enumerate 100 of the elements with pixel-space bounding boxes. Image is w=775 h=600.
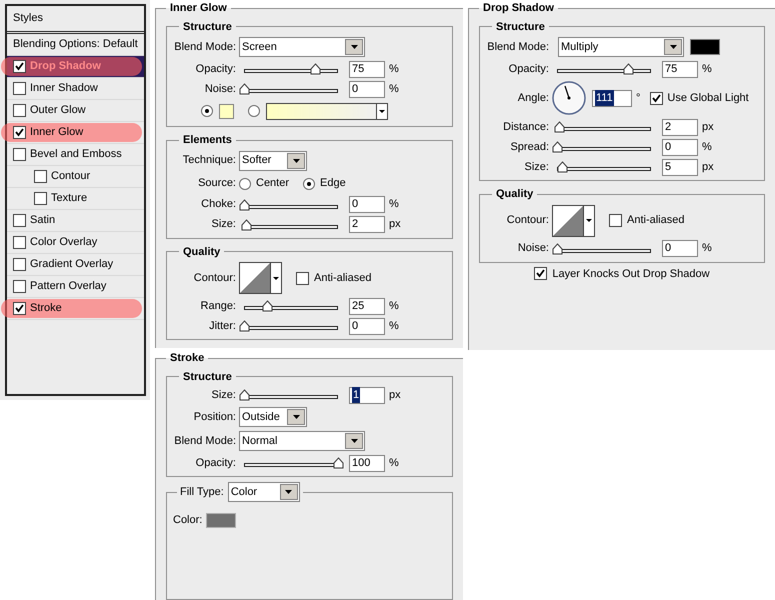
checkbox[interactable] bbox=[13, 280, 26, 293]
style-list-item[interactable]: Gradient Overlay bbox=[7, 254, 144, 276]
style-list-item[interactable]: Contour bbox=[7, 166, 144, 188]
unit-label: % bbox=[389, 456, 399, 471]
dropdown[interactable]: Softer bbox=[239, 150, 307, 170]
checkbox[interactable] bbox=[13, 104, 26, 117]
number-field[interactable]: 25 bbox=[349, 298, 385, 314]
checkbox[interactable] bbox=[34, 170, 47, 183]
item-label: Satin bbox=[30, 213, 56, 228]
style-list-item[interactable]: Inner Glow bbox=[7, 122, 144, 144]
dropdown-button[interactable] bbox=[287, 409, 305, 425]
number-field[interactable]: 0 bbox=[349, 318, 385, 334]
checkbox[interactable] bbox=[34, 192, 47, 205]
number-field[interactable]: 2 bbox=[662, 118, 698, 136]
slider-thumb[interactable] bbox=[239, 320, 250, 332]
checkbox[interactable] bbox=[13, 82, 26, 95]
slider-thumb[interactable] bbox=[239, 389, 250, 401]
slider-thumb[interactable] bbox=[552, 141, 563, 153]
dropdown-button[interactable] bbox=[345, 433, 363, 449]
checkbox[interactable] bbox=[13, 302, 26, 315]
unit-label: % bbox=[389, 62, 399, 77]
caret-icon bbox=[670, 45, 676, 49]
slider-thumb[interactable] bbox=[239, 83, 250, 95]
slider-thumb[interactable] bbox=[262, 300, 273, 312]
dropdown[interactable]: Color bbox=[228, 482, 300, 502]
field-label: Contour: bbox=[192, 270, 237, 286]
checkbox[interactable] bbox=[13, 258, 26, 271]
slider-thumb[interactable] bbox=[333, 457, 344, 469]
slider-thumb[interactable] bbox=[622, 63, 634, 75]
field-label: Technique: bbox=[182, 153, 237, 168]
unit-label: px bbox=[389, 388, 401, 403]
dropdown-button[interactable] bbox=[664, 39, 682, 55]
checkbox[interactable] bbox=[650, 92, 664, 104]
angle-dial[interactable] bbox=[552, 81, 586, 115]
unit-label: % bbox=[702, 140, 712, 155]
field-label: Jitter: bbox=[208, 318, 237, 334]
checkbox[interactable] bbox=[13, 148, 26, 161]
number-field[interactable]: 5 bbox=[662, 158, 698, 176]
slider-thumb[interactable] bbox=[240, 218, 252, 230]
radio-button[interactable] bbox=[201, 105, 213, 117]
panel-title: Inner Glow bbox=[169, 1, 228, 16]
number-field[interactable]: 100 bbox=[349, 454, 385, 472]
slider-thumb[interactable] bbox=[556, 161, 568, 173]
item-label: Blending Options: Default bbox=[13, 37, 138, 52]
number-field[interactable]: 0 bbox=[662, 240, 698, 257]
checkbox[interactable] bbox=[13, 60, 26, 73]
caret-icon bbox=[273, 276, 279, 280]
style-list-item[interactable]: Texture bbox=[7, 188, 144, 210]
style-list-item[interactable]: Satin bbox=[7, 210, 144, 232]
slider-thumb[interactable] bbox=[310, 63, 320, 75]
number-field[interactable]: 0 bbox=[662, 138, 698, 156]
checkbox[interactable] bbox=[534, 267, 548, 280]
number-field[interactable]: 2 bbox=[349, 216, 385, 233]
radio-button[interactable] bbox=[303, 178, 316, 190]
number-field[interactable]: 1 bbox=[349, 386, 385, 404]
color-swatch[interactable] bbox=[690, 39, 720, 55]
radio-label: Center bbox=[256, 176, 290, 192]
gradient-picker[interactable] bbox=[266, 102, 388, 120]
dropdown[interactable]: Normal bbox=[239, 431, 365, 451]
dropdown-button[interactable] bbox=[280, 484, 298, 500]
checkbox[interactable] bbox=[13, 214, 26, 227]
checkbox[interactable] bbox=[13, 236, 26, 249]
contour-picker[interactable] bbox=[239, 262, 282, 294]
number-field[interactable]: 75 bbox=[662, 60, 698, 78]
dropdown[interactable]: Screen bbox=[239, 37, 365, 57]
color-swatch[interactable] bbox=[206, 512, 236, 528]
radio-button[interactable] bbox=[239, 178, 251, 190]
color-swatch[interactable] bbox=[219, 104, 234, 118]
dropdown-button[interactable] bbox=[287, 152, 305, 168]
item-label: Inner Glow bbox=[30, 125, 84, 140]
dropdown[interactable]: Multiply bbox=[558, 37, 684, 57]
slider-thumb[interactable] bbox=[552, 242, 563, 254]
checkbox-label: Layer Knocks Out Drop Shadow bbox=[552, 266, 710, 282]
field-label: Size: bbox=[210, 388, 237, 403]
caret-icon bbox=[586, 219, 592, 222]
dropdown[interactable]: Outside bbox=[239, 407, 307, 427]
style-list-item[interactable]: Stroke bbox=[7, 298, 144, 320]
section-title: Elements bbox=[182, 133, 233, 148]
style-list-item[interactable]: Outer Glow bbox=[7, 100, 144, 122]
style-list-item[interactable]: Color Overlay bbox=[7, 232, 144, 254]
checkbox[interactable] bbox=[609, 214, 622, 227]
slider-thumb[interactable] bbox=[239, 198, 250, 210]
checkbox[interactable] bbox=[13, 126, 26, 139]
field-label: Fill Type: bbox=[180, 484, 224, 500]
number-field[interactable]: 111 bbox=[592, 90, 632, 106]
style-list-item[interactable]: Bevel and Emboss bbox=[7, 144, 144, 166]
dropdown-button[interactable] bbox=[345, 39, 363, 55]
checkbox-label: Anti-aliased bbox=[627, 213, 684, 228]
number-field[interactable]: 75 bbox=[349, 60, 385, 78]
contour-icon bbox=[240, 263, 270, 293]
item-label: Bevel and Emboss bbox=[30, 147, 122, 162]
number-field[interactable]: 0 bbox=[349, 196, 385, 213]
slider-thumb[interactable] bbox=[554, 121, 565, 133]
number-field[interactable]: 0 bbox=[349, 80, 385, 98]
style-list-item[interactable]: Inner Shadow bbox=[7, 78, 144, 100]
style-list-item[interactable]: Pattern Overlay bbox=[7, 276, 144, 298]
radio-button[interactable] bbox=[248, 105, 260, 117]
unit-label: % bbox=[389, 318, 399, 334]
checkbox[interactable] bbox=[296, 272, 309, 284]
contour-picker[interactable] bbox=[552, 204, 595, 236]
